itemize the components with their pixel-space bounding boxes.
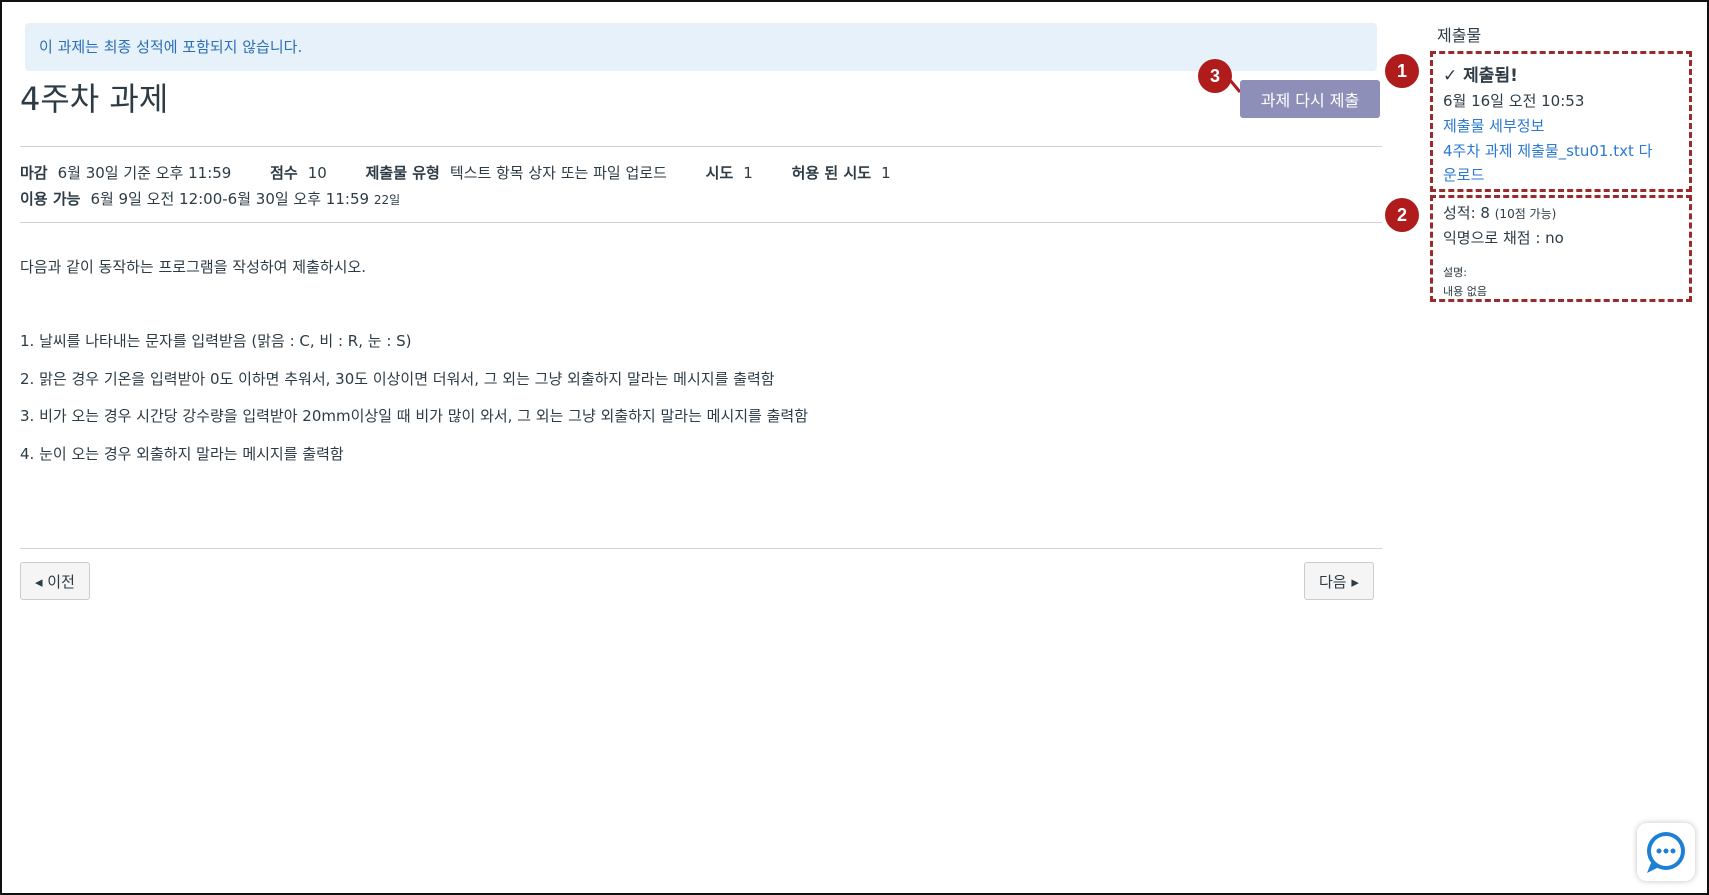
page-title: 4주차 과제 (20, 80, 169, 118)
attempts-value: 1 (743, 164, 753, 182)
availability-row: 이용 가능 6월 9일 오전 12:00-6월 30일 오후 11:59 22일 (20, 188, 400, 209)
submitted-label: 제출됨! (1463, 66, 1518, 86)
description-item: 2. 맑은 경우 기온을 입력받아 0도 이하면 추워서, 30도 이상이면 더… (20, 370, 775, 388)
callout-badge-3: 3 (1198, 59, 1232, 93)
grade-row: 성적: 8 (10점 가능) (1443, 202, 1556, 223)
grade-possible: (10점 가능) (1494, 207, 1557, 221)
divider (20, 222, 1382, 223)
check-icon: ✓ (1443, 66, 1458, 86)
submission-details-link[interactable]: 제출물 세부정보 (1443, 115, 1544, 136)
submission-sidebar-title: 제출물 (1437, 26, 1482, 45)
comments-label: 설명: (1443, 266, 1467, 279)
comments-value: 내용 없음 (1443, 285, 1487, 298)
next-button[interactable]: 다음 ▸ (1304, 562, 1374, 600)
available-days: 22일 (373, 193, 401, 207)
download-link-continued[interactable]: 운로드 (1443, 164, 1484, 185)
due-value: 6월 30일 기준 오후 11:59 (57, 164, 232, 182)
points-value: 10 (307, 164, 327, 182)
points-label: 점수 (270, 164, 298, 182)
divider (20, 146, 1382, 147)
allowed-attempts-label: 허용 된 시도 (791, 164, 872, 182)
assignment-meta-row: 마감 6월 30일 기준 오후 11:59 점수 10 제출물 유형 텍스트 항목 상… (20, 162, 925, 183)
available-label: 이용 가능 (20, 190, 81, 208)
anonymous-grading: 익명으로 채점 : no (1443, 229, 1564, 247)
description-intro: 다음과 같이 동작하는 프로그램을 작성하여 제출하시오. (20, 258, 367, 276)
submission-type-value: 텍스트 항목 상자 또는 파일 업로드 (449, 164, 667, 182)
description-item: 4. 눈이 오는 경우 외출하지 말라는 메시지를 출력함 (20, 445, 344, 463)
allowed-attempts-value: 1 (881, 164, 891, 182)
callout-badge-1: 1 (1385, 54, 1419, 88)
divider (20, 548, 1382, 549)
chat-bubble-icon (1647, 832, 1685, 873)
attempts-label: 시도 (705, 164, 734, 182)
submission-type-label: 제출물 유형 (365, 164, 440, 182)
chat-button[interactable] (1637, 823, 1695, 881)
due-label: 마감 (20, 164, 48, 182)
grade-label: 성적: 8 (1443, 204, 1490, 222)
info-banner: 이 과제는 최종 성적에 포함되지 않습니다. (25, 23, 1377, 71)
description-item: 1. 날씨를 나타내는 문자를 입력받음 (맑음 : C, 비 : R, 눈 :… (20, 332, 412, 350)
submitted-time: 6월 16일 오전 10:53 (1443, 92, 1585, 110)
download-link[interactable]: 4주차 과제 제출물_stu01.txt 다 (1443, 140, 1652, 161)
resubmit-assignment-button[interactable]: 과제 다시 제출 (1240, 80, 1380, 118)
description-item: 3. 비가 오는 경우 시간당 강수량을 입력받아 20mm이상일 때 비가 많… (20, 407, 809, 425)
submitted-status: ✓ 제출됨! (1443, 61, 1518, 86)
available-value: 6월 9일 오전 12:00-6월 30일 오후 11:59 (90, 190, 370, 208)
callout-badge-2: 2 (1385, 198, 1419, 232)
previous-button[interactable]: ◂ 이전 (20, 562, 90, 600)
